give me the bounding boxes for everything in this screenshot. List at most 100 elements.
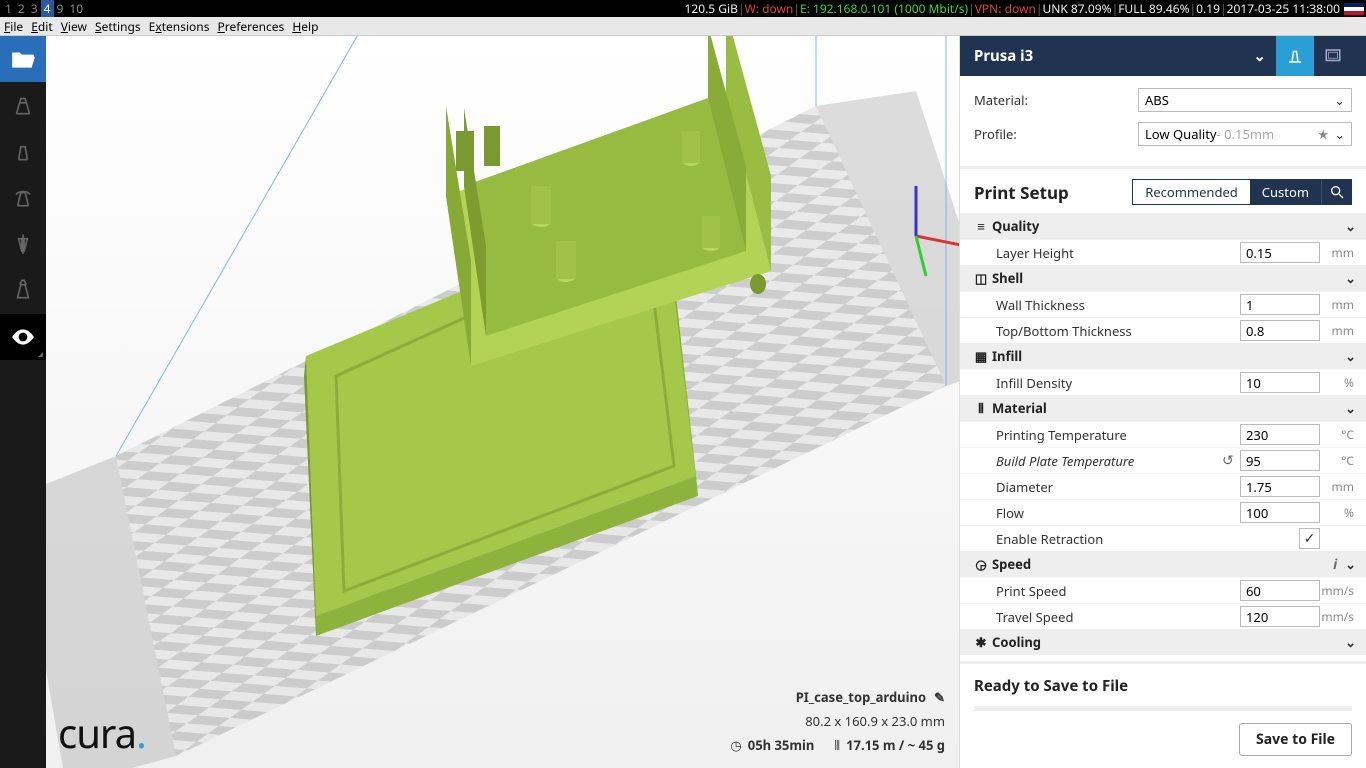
menu-settings[interactable]: Settings [95,18,141,35]
star-icon[interactable]: ★ [1317,125,1329,143]
printer-name: Prusa i3 [974,46,1033,66]
load-avg: 0.19 [1196,0,1220,17]
profile-label: Profile: [974,125,1138,143]
workspace-2[interactable]: 2 [15,0,28,17]
bed-temp-label: Build Plate Temperature [996,452,1222,470]
print-speed-input[interactable] [1240,580,1320,601]
category-quality[interactable]: ≡Quality⌄ [960,213,1366,239]
chevron-down-icon: ⌄ [1334,91,1345,109]
save-to-file-button[interactable]: Save to File [1239,723,1352,756]
fan-icon: ✱ [970,633,992,651]
wall-thickness-input[interactable] [1240,294,1320,315]
viewport-3d[interactable]: cura. PI_case_top_arduino ✎ 80.2 x 160.9… [46,36,959,768]
infill-density-label: Infill Density [996,374,1240,392]
layers-icon: ≡ [970,217,992,235]
datetime: 2017-03-25 11:38:00 [1227,0,1340,17]
layer-height-label: Layer Height [996,244,1240,262]
category-shell[interactable]: ◫Shell⌄ [960,265,1366,291]
open-file-button[interactable] [0,36,46,82]
topbottom-input[interactable] [1240,320,1320,341]
mode-recommended[interactable]: Recommended [1133,180,1250,204]
print-temp-input[interactable] [1240,424,1320,445]
app-logo: cura. [58,705,146,760]
scale-tool[interactable] [0,128,46,174]
menu-view[interactable]: View [61,18,87,35]
filament-usage: 17.15 m / ~ 45 g [846,736,945,754]
chevron-down-icon: ⌄ [1253,46,1266,66]
category-cooling[interactable]: ✱Cooling⌄ [960,629,1366,655]
topbottom-label: Top/Bottom Thickness [996,322,1240,340]
slice-status: Ready to Save to File [974,676,1352,696]
print-time: 05h 35min [748,736,815,754]
print-setup-heading: Print Setup [974,181,1069,204]
print-temp-label: Printing Temperature [996,426,1240,444]
model-name: PI_case_top_arduino [796,688,926,706]
menu-edit[interactable]: Edit [31,18,53,35]
statusbar: 1 2 3 4 9 10 120.5 GiB |W: down |E: 192.… [0,0,1366,17]
category-speed[interactable]: ◶Speedi⌄ [960,551,1366,577]
material-select[interactable]: ABS ⌄ [1138,88,1352,112]
printer-selector[interactable]: Prusa i3 ⌄ [960,36,1366,76]
bed-temp-input[interactable] [1240,450,1320,471]
move-tool[interactable] [0,82,46,128]
menu-preferences[interactable]: Preferences [217,18,284,35]
travel-speed-label: Travel Speed [996,608,1240,626]
tab-print-settings[interactable] [1276,36,1314,76]
toolbar [0,36,46,768]
flow-input[interactable] [1240,502,1320,523]
material-icon: ⦀ [970,399,992,417]
menubar: File Edit View Settings Extensions Prefe… [0,17,1366,36]
retraction-checkbox[interactable]: ✓ [1299,528,1320,549]
tab-monitor[interactable] [1314,36,1352,76]
view-mode-button[interactable] [0,314,46,360]
profile-select[interactable]: Low Quality - 0.15mm ★ ⌄ [1138,122,1352,146]
progress-bar [974,706,1352,711]
filament-icon: ⦀ [834,736,840,754]
clock-icon: ◷ [730,736,741,754]
diameter-input[interactable] [1240,476,1320,497]
model-info: PI_case_top_arduino ✎ 80.2 x 160.9 x 23.… [730,688,945,754]
pencil-icon[interactable]: ✎ [934,688,945,706]
workspace-10[interactable]: 10 [66,0,86,17]
category-infill[interactable]: ▦Infill⌄ [960,343,1366,369]
menu-file[interactable]: File [4,18,23,35]
wall-thickness-label: Wall Thickness [996,296,1240,314]
infill-icon: ▦ [970,347,992,365]
reset-icon[interactable]: ↺ [1222,451,1240,470]
menu-help[interactable]: Help [292,18,318,35]
chevron-down-icon: ⌄ [1345,217,1356,235]
retraction-label: Enable Retraction [996,530,1299,548]
model-dims: 80.2 x 160.9 x 23.0 mm [730,712,945,730]
chevron-down-icon: ⌄ [1345,347,1356,365]
workspace-4[interactable]: 4 [41,0,54,17]
vpn-status: down [1005,0,1036,17]
rotate-tool[interactable] [0,174,46,220]
flag-icon[interactable] [1344,3,1364,15]
shell-icon: ◫ [970,269,992,287]
category-material[interactable]: ⦀Material⌄ [960,395,1366,421]
travel-speed-input[interactable] [1240,606,1320,627]
chevron-down-icon: ⌄ [1345,399,1356,417]
disk-usage: 120.5 GiB [685,0,738,17]
unk-pct: UNK 87.09% [1042,0,1111,17]
workspace-3[interactable]: 3 [28,0,41,17]
layer-height-input[interactable] [1240,242,1320,263]
chevron-down-icon: ⌄ [1345,633,1356,651]
net-e-speed: (1000 Mbit/s) [894,0,968,17]
workspace-1[interactable]: 1 [2,0,15,17]
diameter-label: Diameter [996,478,1240,496]
material-label: Material: [974,91,1138,109]
mode-custom[interactable]: Custom [1250,180,1321,204]
info-icon[interactable]: i [1333,555,1337,573]
workspace-9[interactable]: 9 [54,0,67,17]
settings-panel: Prusa i3 ⌄ Material: ABS ⌄ Profile: Low … [959,36,1366,768]
search-settings-button[interactable] [1321,180,1351,204]
net-e-ip: 192.168.0.101 [813,0,891,17]
chevron-down-icon: ⌄ [1345,269,1356,287]
chevron-down-icon: ⌄ [1345,555,1356,573]
mirror-tool[interactable] [0,220,46,266]
infill-density-input[interactable] [1240,372,1320,393]
per-model-tool[interactable] [0,266,46,312]
speed-icon: ◶ [970,555,992,573]
menu-extensions[interactable]: Extensions [149,18,210,35]
